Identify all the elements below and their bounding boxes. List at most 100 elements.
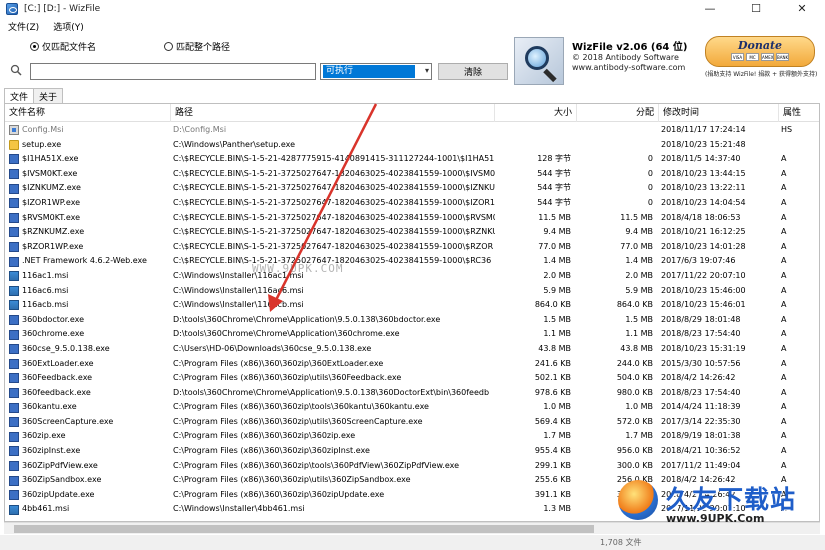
menu-options[interactable]: 选项(Y) <box>51 20 86 33</box>
file-name-text: 116acb.msi <box>22 300 69 310</box>
cell-size: 544 字节 <box>537 183 571 193</box>
table-row[interactable]: setup.exe C:\Windows\Panther\setup.exe 201… <box>5 138 819 153</box>
table-row[interactable]: 360ZipPdfView.exe C:\Program Files (x86)\… <box>5 459 819 474</box>
donate-panel: Donate VISA MC AMEX BANK (捐助支持 WizFile! … <box>705 36 819 84</box>
table-row[interactable]: 360ExtLoader.exe C:\Program Files (x86)\3… <box>5 357 819 372</box>
column-header-attributes[interactable]: 属性 <box>779 104 819 122</box>
file-name-text: $IZNKUMZ.exe <box>22 183 81 193</box>
cell-path: C:\Windows\Installer\116acb.msi <box>173 300 304 310</box>
cell-size: 1.3 MB <box>543 504 571 514</box>
table-row[interactable]: 360feedback.exe D:\tools\360Chrome\Chrome… <box>5 386 819 401</box>
column-header-name[interactable]: 文件名称 <box>5 104 171 122</box>
column-header-size[interactable]: 大小 <box>495 104 577 122</box>
table-row[interactable]: $I1HA51X.exe C:\$RECYCLE.BIN\S-1-5-21-428… <box>5 152 819 167</box>
cell-name: 116ac1.msi <box>9 269 169 284</box>
cell-path: C:\Program Files (x86)\360\360zip\tools\… <box>173 460 460 470</box>
cell-modified: 2018/10/23 15:46:01 <box>661 300 746 310</box>
match-fullpath-label: 匹配整个路径 <box>176 43 231 53</box>
table-row[interactable]: 116ac1.msi C:\Windows\Installer\116ac1.ms… <box>5 269 819 284</box>
file-name-text: 360chrome.exe <box>22 329 85 339</box>
table-row[interactable]: 360ScreenCapture.exe C:\Program Files (x8… <box>5 415 819 430</box>
table-row[interactable]: $IVSM0KT.exe C:\$RECYCLE.BIN\S-1-5-21-372… <box>5 167 819 182</box>
cell-path: C:\Program Files (x86)\360\360zip\360zip… <box>173 489 385 499</box>
cell-modified: 2018/9/19 18:01:38 <box>661 431 741 441</box>
menu-file[interactable]: 文件(Z) <box>6 20 41 33</box>
table-row[interactable]: $IZOR1WP.exe C:\$RECYCLE.BIN\S-1-5-21-372… <box>5 196 819 211</box>
cell-name: 360ScreenCapture.exe <box>9 415 169 430</box>
file-name-text: 360kantu.exe <box>22 402 77 412</box>
product-title: WizFile v2.06 (64 位) <box>572 42 688 53</box>
cell-attributes: A <box>781 373 787 383</box>
match-filename-label: 仅匹配文件名 <box>42 43 97 53</box>
table-row[interactable]: 116acb.msi C:\Windows\Installer\116acb.ms… <box>5 298 819 313</box>
cell-allocated: 11.5 MB <box>620 212 653 222</box>
cell-size: 9.4 MB <box>543 227 571 237</box>
clear-button[interactable]: 清除 <box>438 63 508 80</box>
cell-allocated: 504.0 KB <box>616 373 653 383</box>
table-row[interactable]: 360cse_9.5.0.138.exe C:\Users\HD-06\Downl… <box>5 342 819 357</box>
cell-attributes: A <box>781 314 787 324</box>
cell-path: C:\$RECYCLE.BIN\S-1-5-21-3725027647-1820… <box>173 168 495 178</box>
table-row[interactable]: 360chrome.exe D:\tools\360Chrome\Chrome\A… <box>5 327 819 342</box>
close-button[interactable]: ✕ <box>779 0 825 17</box>
column-header-modified[interactable]: 修改时间 <box>659 104 779 122</box>
file-name-text: Config.Msi <box>22 125 64 134</box>
donate-button[interactable]: Donate VISA MC AMEX BANK <box>705 36 815 67</box>
file-name-text: 360zip.exe <box>22 431 66 441</box>
status-bar: 1,708 文件 <box>0 535 825 550</box>
column-header-path[interactable]: 路径 <box>171 104 495 122</box>
cell-allocated: 9.4 MB <box>625 227 653 237</box>
scrollbar-thumb[interactable] <box>14 525 594 533</box>
exe-file-icon <box>9 329 19 340</box>
cell-name: 360ZipPdfView.exe <box>9 459 169 474</box>
tab-about[interactable]: 关于 <box>33 88 64 103</box>
cell-name: 4bb461.msi <box>9 502 169 517</box>
minimize-button[interactable]: — <box>687 0 733 17</box>
table-row[interactable]: 360kantu.exe C:\Program Files (x86)\360\3… <box>5 400 819 415</box>
donate-note: (捐助支持 WizFile! 捐款 + 获得额外支持) <box>705 71 818 78</box>
cell-modified: 2018/8/29 18:01:48 <box>661 314 741 324</box>
cell-size: 128 字节 <box>537 154 571 164</box>
cell-attributes: A <box>781 285 787 295</box>
cell-modified: 2017/11/2 11:49:04 <box>661 460 741 470</box>
table-row[interactable]: 360Feedback.exe C:\Program Files (x86)\36… <box>5 371 819 386</box>
cell-path: C:\Program Files (x86)\360\360zip\tools\… <box>173 402 429 412</box>
table-row[interactable]: 360bdoctor.exe D:\tools\360Chrome\Chrome\… <box>5 313 819 328</box>
cell-attributes: A <box>781 402 787 412</box>
table-row[interactable]: Config.Msi D:\Config.Msi 2018/11/17 17:24:… <box>5 123 819 138</box>
table-row[interactable]: 116ac6.msi C:\Windows\Installer\116ac6.ms… <box>5 284 819 299</box>
radio-unselected-icon <box>164 42 174 51</box>
table-row[interactable]: .NET Framework 4.6.2-Web.exe C:\$RECYCLE.… <box>5 254 819 269</box>
table-row[interactable]: $RZNKUMZ.exe C:\$RECYCLE.BIN\S-1-5-21-372… <box>5 225 819 240</box>
website-link[interactable]: www.antibody-software.com <box>572 63 702 73</box>
column-header-allocated[interactable]: 分配 <box>577 104 659 122</box>
cell-path: C:\Users\HD-06\Downloads\360cse_9.5.0.13… <box>173 343 372 353</box>
exe-file-icon <box>9 417 19 428</box>
cell-attributes: A <box>781 343 787 353</box>
match-fullpath-radio[interactable]: 匹配整个路径 <box>164 40 230 53</box>
cell-path: C:\$RECYCLE.BIN\S-1-5-21-3725027647-1820… <box>173 241 494 251</box>
cell-allocated: 864.0 KB <box>616 300 653 310</box>
tab-files[interactable]: 文件 <box>4 88 35 104</box>
table-row[interactable]: $IZNKUMZ.exe C:\$RECYCLE.BIN\S-1-5-21-372… <box>5 181 819 196</box>
cell-attributes: A <box>781 329 787 339</box>
search-input[interactable] <box>30 63 316 80</box>
cell-modified: 2018/10/23 15:46:00 <box>661 285 746 295</box>
cell-attributes: A <box>781 256 787 266</box>
match-mode-group: 仅匹配文件名 匹配整个路径 <box>30 40 298 53</box>
table-row[interactable]: $RVSM0KT.exe C:\$RECYCLE.BIN\S-1-5-21-372… <box>5 211 819 226</box>
match-filename-radio[interactable]: 仅匹配文件名 <box>30 40 96 53</box>
file-name-text: 360cse_9.5.0.138.exe <box>22 343 110 353</box>
file-name-text: .NET Framework 4.6.2-Web.exe <box>22 256 147 266</box>
cell-name: 360Feedback.exe <box>9 371 169 386</box>
cell-allocated: 980.0 KB <box>616 387 653 397</box>
exe-file-icon <box>9 198 19 209</box>
cell-name: 360cse_9.5.0.138.exe <box>9 342 169 357</box>
table-row[interactable]: 360zip.exe C:\Program Files (x86)\360\360… <box>5 429 819 444</box>
cell-size: 544 字节 <box>537 168 571 178</box>
maximize-button[interactable]: ☐ <box>733 0 779 17</box>
table-row[interactable]: 360zipInst.exe C:\Program Files (x86)\360… <box>5 444 819 459</box>
file-type-filter-select[interactable]: 可执行 ▾ <box>320 63 432 80</box>
table-row[interactable]: $RZOR1WP.exe C:\$RECYCLE.BIN\S-1-5-21-372… <box>5 240 819 255</box>
cell-path: C:\$RECYCLE.BIN\S-1-5-21-4287775915-4140… <box>173 154 495 164</box>
